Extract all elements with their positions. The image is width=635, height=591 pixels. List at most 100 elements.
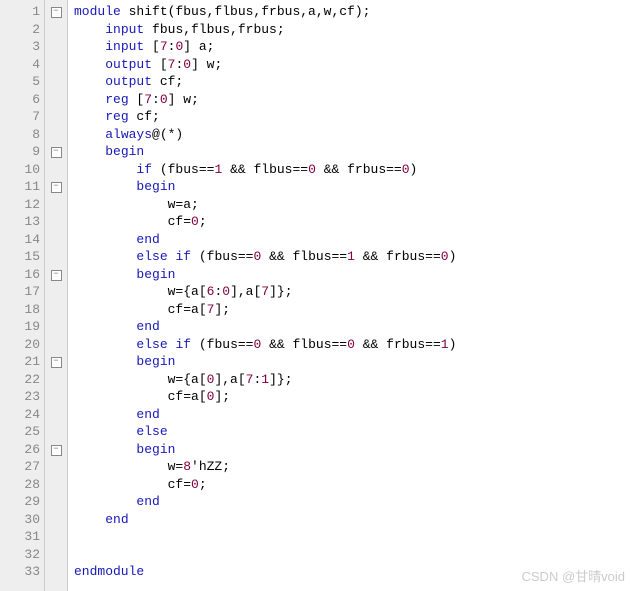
line-number: 21 — [0, 353, 40, 371]
code-line[interactable]: end — [74, 406, 635, 424]
code-line[interactable]: w=8'hZZ; — [74, 458, 635, 476]
line-number: 2 — [0, 21, 40, 39]
fold-marker — [45, 248, 67, 266]
line-number: 8 — [0, 126, 40, 144]
code-line[interactable]: cf=0; — [74, 476, 635, 494]
line-number: 15 — [0, 248, 40, 266]
code-line[interactable]: output cf; — [74, 73, 635, 91]
line-number: 11 — [0, 178, 40, 196]
line-number: 25 — [0, 423, 40, 441]
line-number: 28 — [0, 476, 40, 494]
line-number: 7 — [0, 108, 40, 126]
fold-marker[interactable]: − — [45, 353, 67, 371]
line-number: 14 — [0, 231, 40, 249]
code-line[interactable]: w={a[0],a[7:1]}; — [74, 371, 635, 389]
line-number: 16 — [0, 266, 40, 284]
fold-marker — [45, 336, 67, 354]
code-line[interactable]: reg cf; — [74, 108, 635, 126]
fold-marker — [45, 126, 67, 144]
code-line[interactable]: cf=a[7]; — [74, 301, 635, 319]
code-line[interactable]: begin — [74, 441, 635, 459]
line-number: 26 — [0, 441, 40, 459]
code-line[interactable]: end — [74, 493, 635, 511]
code-line[interactable]: end — [74, 511, 635, 529]
code-line[interactable]: w=a; — [74, 196, 635, 214]
line-number: 23 — [0, 388, 40, 406]
line-number: 4 — [0, 56, 40, 74]
code-line[interactable]: input fbus,flbus,frbus; — [74, 21, 635, 39]
code-line[interactable] — [74, 546, 635, 564]
fold-marker — [45, 318, 67, 336]
fold-marker — [45, 458, 67, 476]
fold-marker — [45, 371, 67, 389]
code-line[interactable]: always@(*) — [74, 126, 635, 144]
code-line[interactable]: w={a[6:0],a[7]}; — [74, 283, 635, 301]
line-number: 24 — [0, 406, 40, 424]
fold-marker — [45, 388, 67, 406]
fold-marker — [45, 283, 67, 301]
fold-marker — [45, 108, 67, 126]
fold-marker[interactable]: − — [45, 441, 67, 459]
line-number-gutter: 1234567891011121314151617181920212223242… — [0, 0, 45, 591]
fold-marker — [45, 301, 67, 319]
fold-column[interactable]: − − − − − − — [45, 0, 68, 591]
fold-marker — [45, 196, 67, 214]
fold-marker — [45, 476, 67, 494]
fold-marker — [45, 91, 67, 109]
fold-marker — [45, 546, 67, 564]
fold-marker — [45, 213, 67, 231]
line-number: 3 — [0, 38, 40, 56]
fold-marker — [45, 511, 67, 529]
line-number: 10 — [0, 161, 40, 179]
line-number: 31 — [0, 528, 40, 546]
code-line[interactable]: begin — [74, 143, 635, 161]
line-number: 18 — [0, 301, 40, 319]
line-number: 32 — [0, 546, 40, 564]
fold-marker[interactable]: − — [45, 266, 67, 284]
code-line[interactable]: end — [74, 318, 635, 336]
code-line[interactable]: end — [74, 231, 635, 249]
watermark: CSDN @甘晴void — [522, 566, 626, 585]
code-line[interactable]: reg [7:0] w; — [74, 91, 635, 109]
code-editor[interactable]: 1234567891011121314151617181920212223242… — [0, 0, 635, 591]
fold-marker[interactable]: − — [45, 178, 67, 196]
fold-marker — [45, 21, 67, 39]
line-number: 22 — [0, 371, 40, 389]
fold-marker — [45, 493, 67, 511]
code-area[interactable]: module shift(fbus,flbus,frbus,a,w,cf); i… — [68, 0, 635, 591]
code-line[interactable]: module shift(fbus,flbus,frbus,a,w,cf); — [74, 3, 635, 21]
fold-marker — [45, 38, 67, 56]
line-number: 12 — [0, 196, 40, 214]
code-line[interactable] — [74, 528, 635, 546]
code-line[interactable]: begin — [74, 266, 635, 284]
line-number: 5 — [0, 73, 40, 91]
code-line[interactable]: begin — [74, 178, 635, 196]
line-number: 1 — [0, 3, 40, 21]
fold-marker — [45, 528, 67, 546]
line-number: 27 — [0, 458, 40, 476]
code-line[interactable]: output [7:0] w; — [74, 56, 635, 74]
code-line[interactable]: input [7:0] a; — [74, 38, 635, 56]
fold-marker — [45, 423, 67, 441]
fold-marker — [45, 73, 67, 91]
fold-marker — [45, 161, 67, 179]
fold-marker[interactable]: − — [45, 3, 67, 21]
code-line[interactable]: else if (fbus==0 && flbus==1 && frbus==0… — [74, 248, 635, 266]
code-line[interactable]: cf=0; — [74, 213, 635, 231]
fold-marker — [45, 563, 67, 581]
line-number: 13 — [0, 213, 40, 231]
line-number: 19 — [0, 318, 40, 336]
code-line[interactable]: else — [74, 423, 635, 441]
fold-marker — [45, 406, 67, 424]
line-number: 6 — [0, 91, 40, 109]
code-line[interactable]: if (fbus==1 && flbus==0 && frbus==0) — [74, 161, 635, 179]
line-number: 17 — [0, 283, 40, 301]
fold-marker — [45, 56, 67, 74]
fold-marker[interactable]: − — [45, 143, 67, 161]
code-line[interactable]: cf=a[0]; — [74, 388, 635, 406]
line-number: 20 — [0, 336, 40, 354]
code-line[interactable]: begin — [74, 353, 635, 371]
code-line[interactable]: else if (fbus==0 && flbus==0 && frbus==1… — [74, 336, 635, 354]
line-number: 9 — [0, 143, 40, 161]
line-number: 29 — [0, 493, 40, 511]
